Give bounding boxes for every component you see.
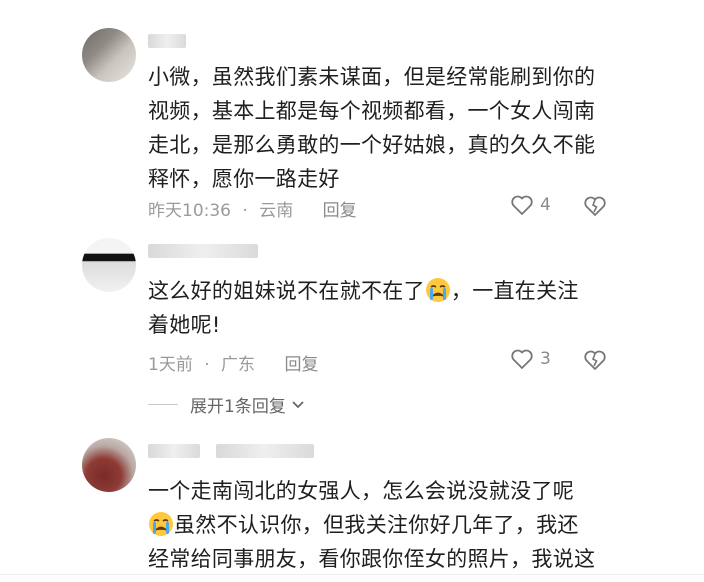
heart-outline-icon [511, 349, 533, 369]
reply-button[interactable]: 回复 [323, 201, 357, 221]
comment-text: 一个走南闯北的女强人，怎么会说没就没了呢 虽然不认识你，但我关注你好几年了，我还… [148, 474, 620, 576]
broken-heart-icon [584, 350, 606, 370]
avatar[interactable] [82, 438, 136, 492]
comment-line: 虽然不认识你，但我关注你好几年了，我还 [148, 508, 620, 542]
avatar[interactable] [82, 28, 136, 82]
text-segment: ，一直在关注 [450, 279, 579, 303]
location: 广东 [221, 355, 256, 375]
chevron-down-icon [292, 400, 304, 408]
comment-text: 小微，虽然我们素未谋面，但是经常能刷到你的 视频，基本上都是每个视频都看，一个女… [148, 60, 620, 196]
text-segment: 虽然不认识你，但我关注你好几年了，我还 [174, 513, 579, 537]
comment-meta: 1天前 · 广东 回复 [148, 355, 319, 375]
dislike-button[interactable] [583, 349, 607, 375]
comment-line: 一个走南闯北的女强人，怎么会说没就没了呢 [148, 479, 574, 503]
reply-button[interactable]: 回复 [284, 355, 318, 375]
comment-text: 这么好的姐妹说不在就不在了 ，一直在关注 着她呢! [148, 274, 620, 342]
like-button[interactable]: 4 [510, 194, 551, 216]
heart-outline-icon [511, 195, 533, 215]
comment-line: 走北，是那么勇敢的一个好姑娘，真的久久不能 [148, 133, 596, 157]
avatar[interactable] [82, 238, 136, 292]
location: 云南 [259, 201, 294, 221]
divider [148, 404, 178, 405]
like-count: 4 [540, 195, 551, 215]
divider [0, 574, 704, 575]
like-button[interactable]: 3 [510, 348, 551, 370]
timestamp: 1天前 [148, 355, 193, 375]
expand-replies-label: 展开1条回复 [190, 397, 286, 417]
comment-line: 着她呢! [148, 313, 221, 337]
expand-replies-button[interactable]: 展开1条回复 [148, 392, 306, 417]
broken-heart-icon [584, 196, 606, 216]
crying-face-emoji [149, 512, 173, 536]
crying-face-emoji [425, 278, 450, 302]
username-blurred-extra [216, 444, 314, 458]
comment-line: 小微，虽然我们素未谋面，但是经常能刷到你的 [148, 65, 596, 89]
comment-line: 经常给同事朋友，看你跟你侄女的照片，我说这 [148, 547, 596, 571]
text-segment: 这么好的姐妹说不在就不在了 [148, 279, 425, 303]
username-blurred[interactable] [148, 444, 200, 458]
like-count: 3 [540, 349, 551, 369]
username-blurred[interactable] [148, 244, 258, 258]
comment-meta: 昨天10:36 · 云南 回复 [148, 201, 357, 221]
comment-line: 释怀，愿你一路走好 [148, 167, 340, 191]
comment-line: 视频，基本上都是每个视频都看，一个女人闯南 [148, 99, 596, 123]
timestamp: 昨天10:36 [148, 201, 231, 221]
dislike-button[interactable] [583, 195, 607, 221]
comment-line: 这么好的姐妹说不在就不在了 ，一直在关注 [148, 274, 620, 308]
username-blurred[interactable] [148, 34, 186, 48]
